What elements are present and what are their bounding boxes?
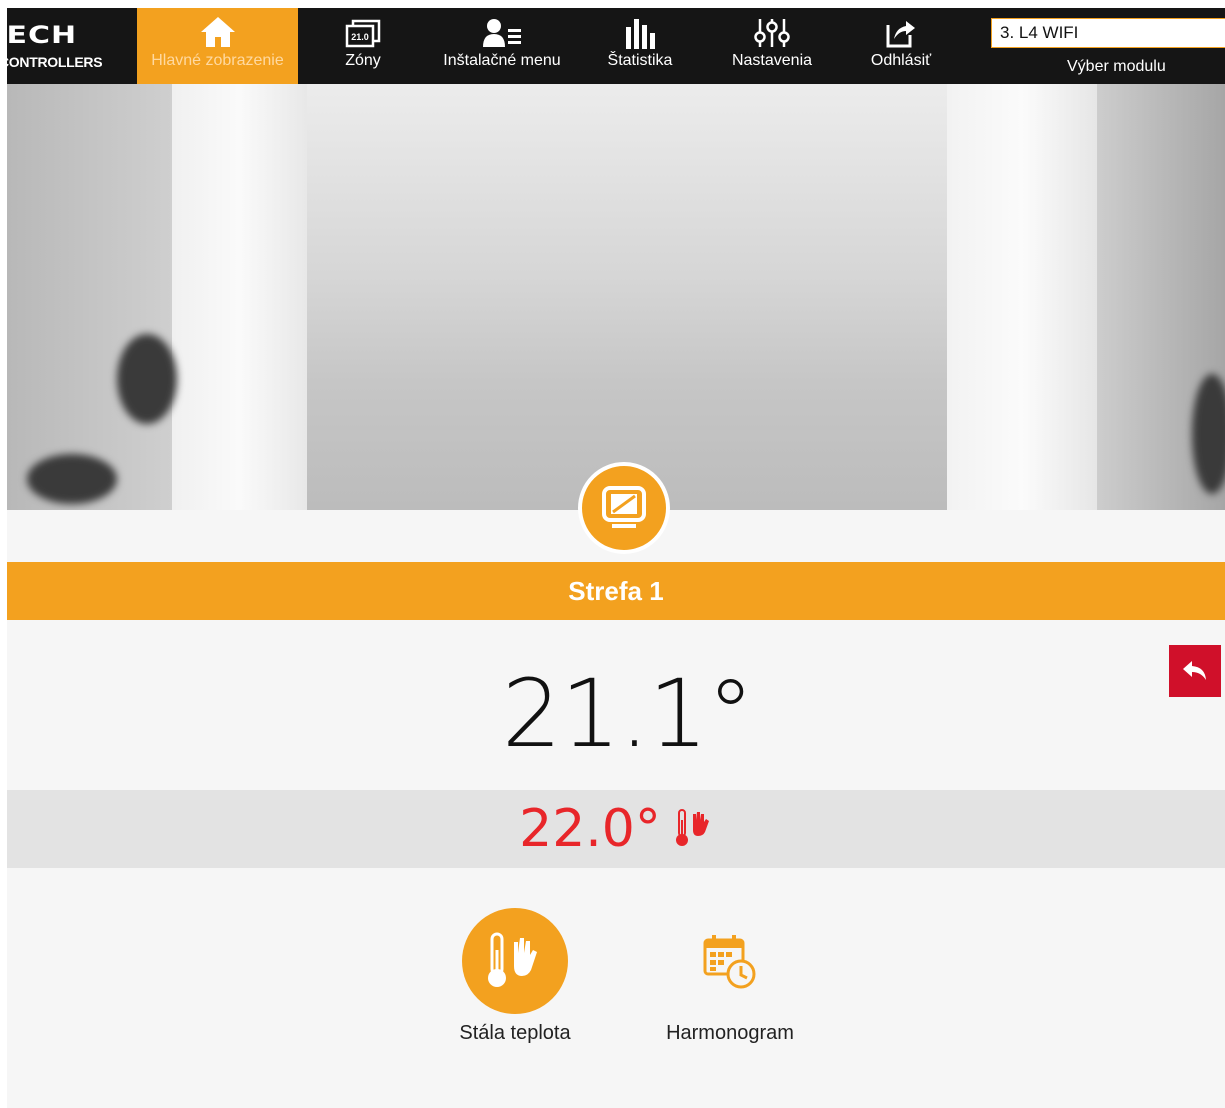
top-navigation-bar: TECH CONTROLLERS Hlavné zobrazenie 21.0 … <box>0 8 1225 84</box>
zone-title: Strefa 1 <box>568 575 664 606</box>
installer-menu-icon <box>481 8 523 52</box>
set-temperature: 22.0° <box>519 799 661 859</box>
home-icon <box>199 8 237 52</box>
nav-logout[interactable]: Odhlásiť <box>861 8 941 84</box>
nav-main-view-label: Hlavné zobrazenie <box>151 52 284 69</box>
nav-installer-menu-label: Inštalačné menu <box>443 52 561 69</box>
module-select-value: 3. L4 WIFI <box>1000 23 1079 42</box>
mode-constant-temperature[interactable]: Stála teplota <box>441 908 589 1045</box>
logout-icon <box>884 8 918 52</box>
zones-icon: 21.0 <box>345 8 381 52</box>
mode-schedule[interactable]: Harmonogram <box>656 908 804 1045</box>
nav-installer-menu[interactable]: Inštalačné menu <box>425 8 579 84</box>
zone-background-photo <box>7 84 1225 510</box>
nav-main-view[interactable]: Hlavné zobrazenie <box>137 8 298 84</box>
logo-mark: TECH <box>0 21 78 50</box>
zone-title-bar: Strefa 1 <box>7 562 1225 620</box>
settings-sliders-icon <box>753 8 791 52</box>
module-select[interactable]: 3. L4 WIFI <box>991 18 1225 48</box>
calendar-clock-icon <box>677 908 783 1014</box>
nav-settings[interactable]: Nastavenia <box>722 8 822 84</box>
mode-schedule-label: Harmonogram <box>666 1022 794 1044</box>
nav-zones[interactable]: 21.0 Zóny <box>325 8 401 84</box>
statistics-icon <box>623 8 657 52</box>
nav-settings-label: Nastavenia <box>731 52 813 69</box>
nav-logout-label: Odhlásiť <box>870 52 932 69</box>
thermometer-hand-icon <box>462 908 568 1014</box>
tech-controllers-logo[interactable]: TECH CONTROLLERS <box>0 20 135 80</box>
nav-statistics[interactable]: Štatistika <box>595 8 685 84</box>
logo-subtitle: CONTROLLERS <box>0 54 103 70</box>
current-temperature: 21.1° <box>501 660 754 769</box>
module-select-label: Výber modulu <box>1067 58 1166 75</box>
zones-icon-badge: 21.0 <box>351 32 369 42</box>
set-temperature-bar[interactable]: 22.0° <box>7 790 1225 868</box>
nav-zones-label: Zóny <box>345 52 381 69</box>
display-panel-icon <box>578 462 670 554</box>
mode-constant-temperature-label: Stála teplota <box>459 1022 571 1044</box>
thermometer-hand-icon <box>675 809 709 846</box>
nav-statistics-label: Štatistika <box>607 52 673 69</box>
